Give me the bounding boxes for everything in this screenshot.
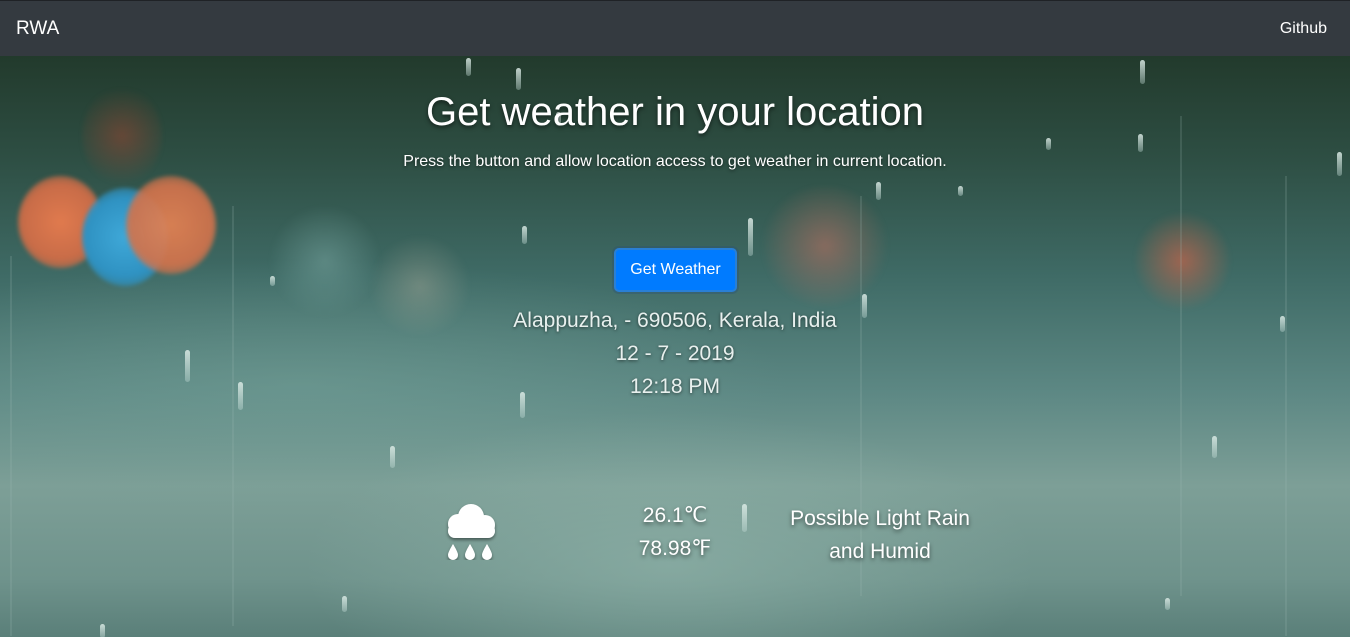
rain-drop	[270, 276, 275, 286]
bokeh-light	[1135, 211, 1230, 311]
rain-drop	[342, 596, 347, 612]
rain-drop	[1140, 60, 1145, 84]
rain-drop	[1138, 134, 1143, 152]
weather-summary: Possible Light Rain and Humid	[770, 502, 990, 568]
github-link[interactable]: Github	[1280, 20, 1327, 38]
rain-drop	[1212, 436, 1217, 458]
bokeh-light	[126, 176, 216, 274]
page-subtitle: Press the button and allow location acce…	[403, 153, 947, 170]
temperature-fahrenheit: 78.98℉	[638, 537, 712, 560]
rain-drop	[958, 186, 963, 196]
rain-drop	[742, 504, 747, 532]
rain-drop	[522, 226, 527, 244]
cloud-rain-icon	[448, 504, 495, 560]
navbar: RWA Github	[0, 0, 1350, 56]
rain-drop	[100, 624, 105, 637]
rain-drop	[516, 68, 521, 90]
weather-summary-line-1: Possible Light Rain	[790, 507, 970, 530]
weather-summary-line-2: and Humid	[829, 540, 931, 563]
page-title: Get weather in your location	[425, 90, 925, 134]
location-address: Alappuzha, - 690506, Kerala, India	[513, 309, 837, 332]
rain-drop	[1165, 598, 1170, 610]
rain-drop	[748, 218, 753, 256]
bokeh-light	[270, 206, 380, 316]
rain-streak	[1285, 176, 1287, 636]
rain-drop	[876, 182, 881, 200]
rain-drop	[466, 58, 471, 76]
location-time: 12:18 PM	[630, 375, 720, 398]
temperature-celsius: 26.1℃	[642, 504, 708, 527]
brand-logo[interactable]: RWA	[16, 18, 59, 40]
hero-section: Get weather in your location Press the b…	[0, 56, 1350, 637]
rain-streak	[232, 206, 234, 626]
location-date: 12 - 7 - 2019	[615, 342, 735, 365]
bokeh-light	[760, 186, 890, 306]
get-weather-button[interactable]: Get Weather	[614, 248, 737, 292]
rain-drop	[1046, 138, 1051, 150]
rain-drop	[390, 446, 395, 468]
